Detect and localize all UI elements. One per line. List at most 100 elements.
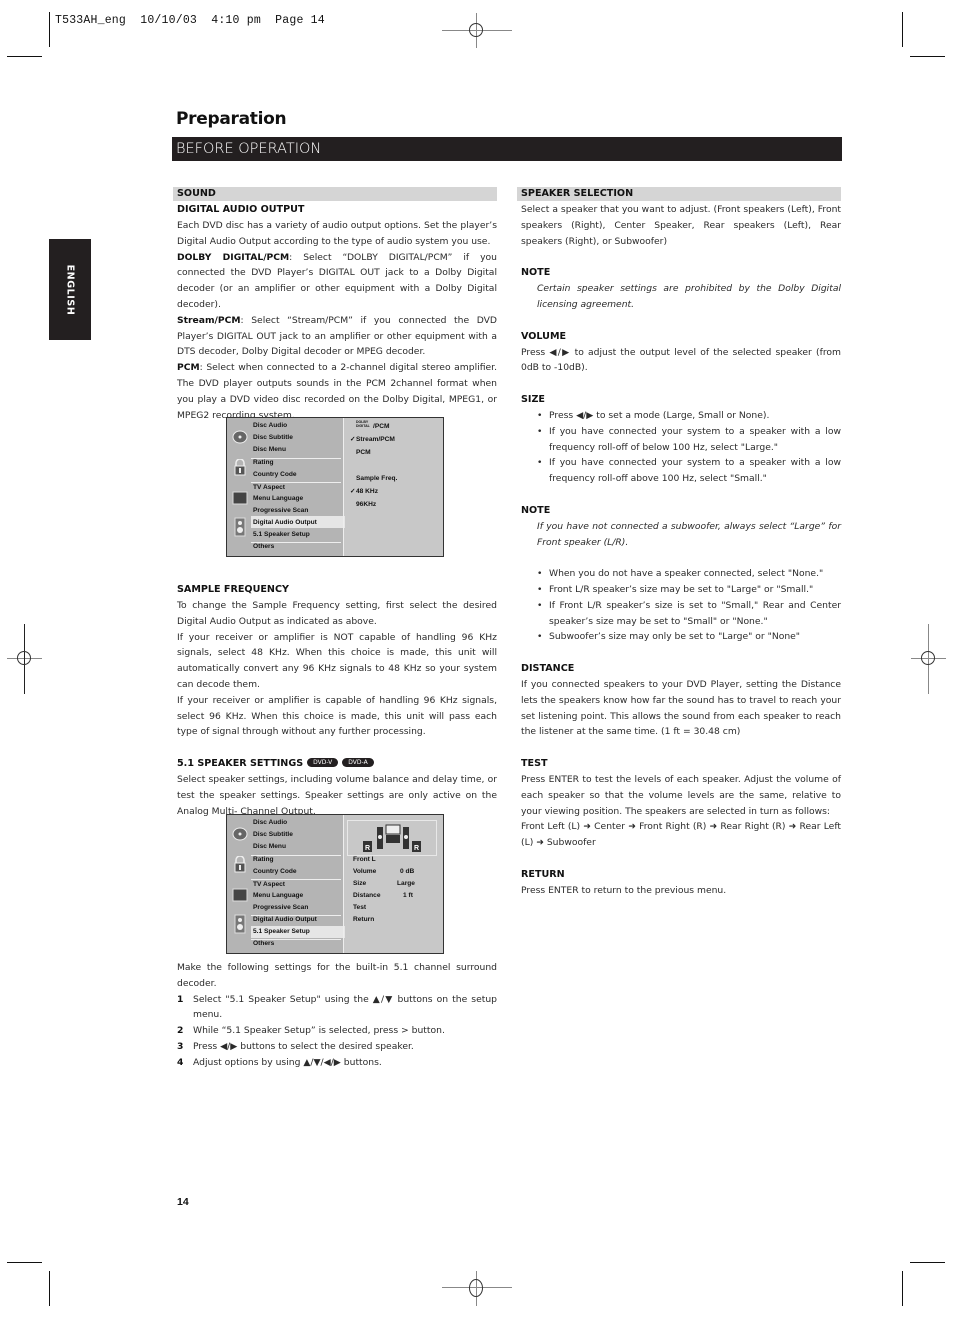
osd-row-value: Large xyxy=(397,880,415,887)
heading-note: NOTE xyxy=(521,504,551,516)
osd-row-label: Distance xyxy=(353,892,381,899)
steps-list: 1 Select "5.1 Speaker Setup" using the ▲/… xyxy=(177,992,497,1071)
step-text: Adjust options by using ▲/▼/◀/▶ buttons. xyxy=(193,1056,382,1068)
osd-option-dolby-pcm: /PCM xyxy=(373,423,390,430)
crop-mark xyxy=(910,56,945,57)
crop-mark xyxy=(902,1271,903,1306)
osd-menu-item: Rating xyxy=(253,856,274,863)
section-header-sound: SOUND xyxy=(173,187,497,201)
step-item: 4 Adjust options by using ▲/▼/◀/▶ buttons… xyxy=(177,1055,497,1071)
osd-menu-item: Disc Menu xyxy=(253,843,286,850)
bullet-item: Front L/R speaker’s size may be set to "… xyxy=(521,582,841,598)
registration-circle xyxy=(921,651,935,665)
heading-speaker-settings-text: 5.1 SPEAKER SETTINGS xyxy=(177,757,304,769)
registration-circle xyxy=(17,651,31,665)
badge-dvd-a: DVD-A xyxy=(342,758,374,768)
tv-icon xyxy=(232,888,248,902)
left-column-sound: SOUND DIGITAL AUDIO OUTPUT Each DVD disc… xyxy=(173,187,497,423)
osd-menu-item: Disc Audio xyxy=(253,422,288,429)
step-text: Press ◀/▶ buttons to select the desired … xyxy=(193,1040,414,1052)
step-number: 2 xyxy=(177,1025,184,1037)
osd-menu-item: Digital Audio Output xyxy=(253,916,317,923)
crop-mark xyxy=(7,1262,42,1263)
right-column: SPEAKER SELECTION Select a speaker that … xyxy=(517,187,841,898)
osd-options-panel: R R Front L Volume 0 dB Size Large Dista… xyxy=(343,815,443,953)
paragraph: If your receiver or amplifier is capable… xyxy=(177,694,497,738)
speaker-layout-diagram: R R xyxy=(347,820,437,856)
osd-row-value: 0 dB xyxy=(400,868,415,875)
bullet-item: If you have connected your system to a s… xyxy=(521,455,841,487)
paragraph: To change the Sample Frequency setting, … xyxy=(177,600,497,627)
rear-right-speaker-label: R xyxy=(414,845,419,852)
paragraph: If you connected speakers to your DVD Pl… xyxy=(521,678,841,738)
osd-row-label: Size xyxy=(353,880,367,887)
osd-menu-item: Disc Audio xyxy=(253,819,288,826)
osd-menu-item: Disc Subtitle xyxy=(253,434,293,441)
heading-volume: VOLUME xyxy=(521,330,567,342)
paragraph: Press ENTER to test the levels of each s… xyxy=(521,773,841,817)
paragraph-dolby: DOLBY DIGITAL/PCM: Select “DOLBY DIGITAL… xyxy=(177,250,497,313)
speaker-layout-icon: R R xyxy=(363,824,421,852)
step-number: 3 xyxy=(177,1040,184,1052)
bullet-item: When you do not have a speaker connected… xyxy=(521,566,841,582)
disc-icon xyxy=(232,430,248,444)
heading-note: NOTE xyxy=(521,267,551,279)
registration-circle xyxy=(469,23,483,37)
heading-return: RETURN xyxy=(521,868,565,880)
speaker-icon xyxy=(232,517,248,537)
lock-icon xyxy=(232,458,248,476)
lock-icon xyxy=(232,855,248,873)
osd-menu-item: Progressive Scan xyxy=(253,507,309,514)
paragraph-pcm: PCM: Select when connected to a 2-channe… xyxy=(177,360,497,423)
size-bullets: Press ◀/▶ to set a mode (Large, Small or… xyxy=(521,408,841,487)
heading-test: TEST xyxy=(521,757,548,769)
step-item: 2 While “5.1 Speaker Setup” is selected, … xyxy=(177,1023,497,1039)
osd-row-label: Return xyxy=(353,916,375,923)
crop-mark xyxy=(902,12,903,47)
term-dolby: DOLBY DIGITAL/PCM xyxy=(177,251,290,263)
osd-menu-item: 5.1 Speaker Setup xyxy=(253,531,310,538)
registration-circle xyxy=(469,1279,483,1297)
paragraph: Press ENTER to return to the previous me… xyxy=(521,884,727,896)
step-item: 3 Press ◀/▶ buttons to select the desired… xyxy=(177,1039,497,1055)
heading-digital-audio-output: DIGITAL AUDIO OUTPUT xyxy=(177,204,305,215)
bullet-item: If Front L/R speaker’s size is set to "S… xyxy=(521,598,841,630)
osd-menu-item-selected: 5.1 Speaker Setup xyxy=(253,928,310,935)
osd-row-value: 1 ft xyxy=(403,892,413,899)
bullet-item: Subwoofer’s size may only be set to "Lar… xyxy=(521,629,841,645)
osd-option-48khz: 48 KHz xyxy=(356,488,378,495)
test-sequence: Front Left (L) ➜ Center ➜ Front Right (R… xyxy=(521,821,841,849)
step-text: While “5.1 Speaker Setup” is selected, p… xyxy=(193,1025,445,1037)
step-number: 1 xyxy=(177,993,184,1005)
osd-menu-item: Rating xyxy=(253,459,274,466)
paragraph: Press ◀/▶ to adjust the output level of … xyxy=(521,346,841,374)
term-pcm: PCM xyxy=(177,362,200,374)
heading-distance: DISTANCE xyxy=(521,662,575,674)
left-column-sample: SAMPLE FREQUENCY To change the Sample Fr… xyxy=(177,582,497,819)
osd-menu-item: Disc Menu xyxy=(253,446,286,453)
osd-speaker-name: Front L xyxy=(353,856,376,863)
heading-speaker-settings: 5.1 SPEAKER SETTINGS DVD-V DVD-A xyxy=(177,756,497,772)
check-icon: ✓ xyxy=(350,488,356,495)
paragraph-intro: Each DVD disc has a variety of audio out… xyxy=(177,220,497,247)
section-header-speaker-selection: SPEAKER SELECTION xyxy=(517,187,841,201)
osd-menu-item: Others xyxy=(253,940,275,947)
step-number: 4 xyxy=(177,1056,184,1068)
step-text: Select "5.1 Speaker Setup" using the ▲/▼… xyxy=(193,993,497,1021)
osd-option-stream-pcm: Stream/PCM xyxy=(356,436,395,443)
osd-row-label: Test xyxy=(353,904,367,911)
heading-size: SIZE xyxy=(521,393,545,405)
speaker-icon xyxy=(232,914,248,934)
heading-sample-frequency: SAMPLE FREQUENCY xyxy=(177,584,289,595)
osd-screen-speaker-setup: Disc Audio Disc Subtitle Disc Menu Ratin… xyxy=(226,814,444,954)
print-slug: T533AH_eng 10/10/03 4:10 pm Page 14 xyxy=(55,14,325,27)
size-rules-bullets: When you do not have a speaker connected… xyxy=(521,566,841,645)
osd-menu-item: Country Code xyxy=(253,868,297,875)
rear-left-speaker-label: R xyxy=(365,845,370,852)
paragraph: If your receiver or amplifier is NOT cap… xyxy=(177,631,497,690)
osd-row-label: Volume xyxy=(353,868,377,875)
crop-mark xyxy=(49,1271,50,1306)
check-icon: ✓ xyxy=(350,436,356,443)
paragraph: Make the following settings for the buil… xyxy=(177,962,497,989)
osd-menu-item-selected: Digital Audio Output xyxy=(253,519,317,526)
